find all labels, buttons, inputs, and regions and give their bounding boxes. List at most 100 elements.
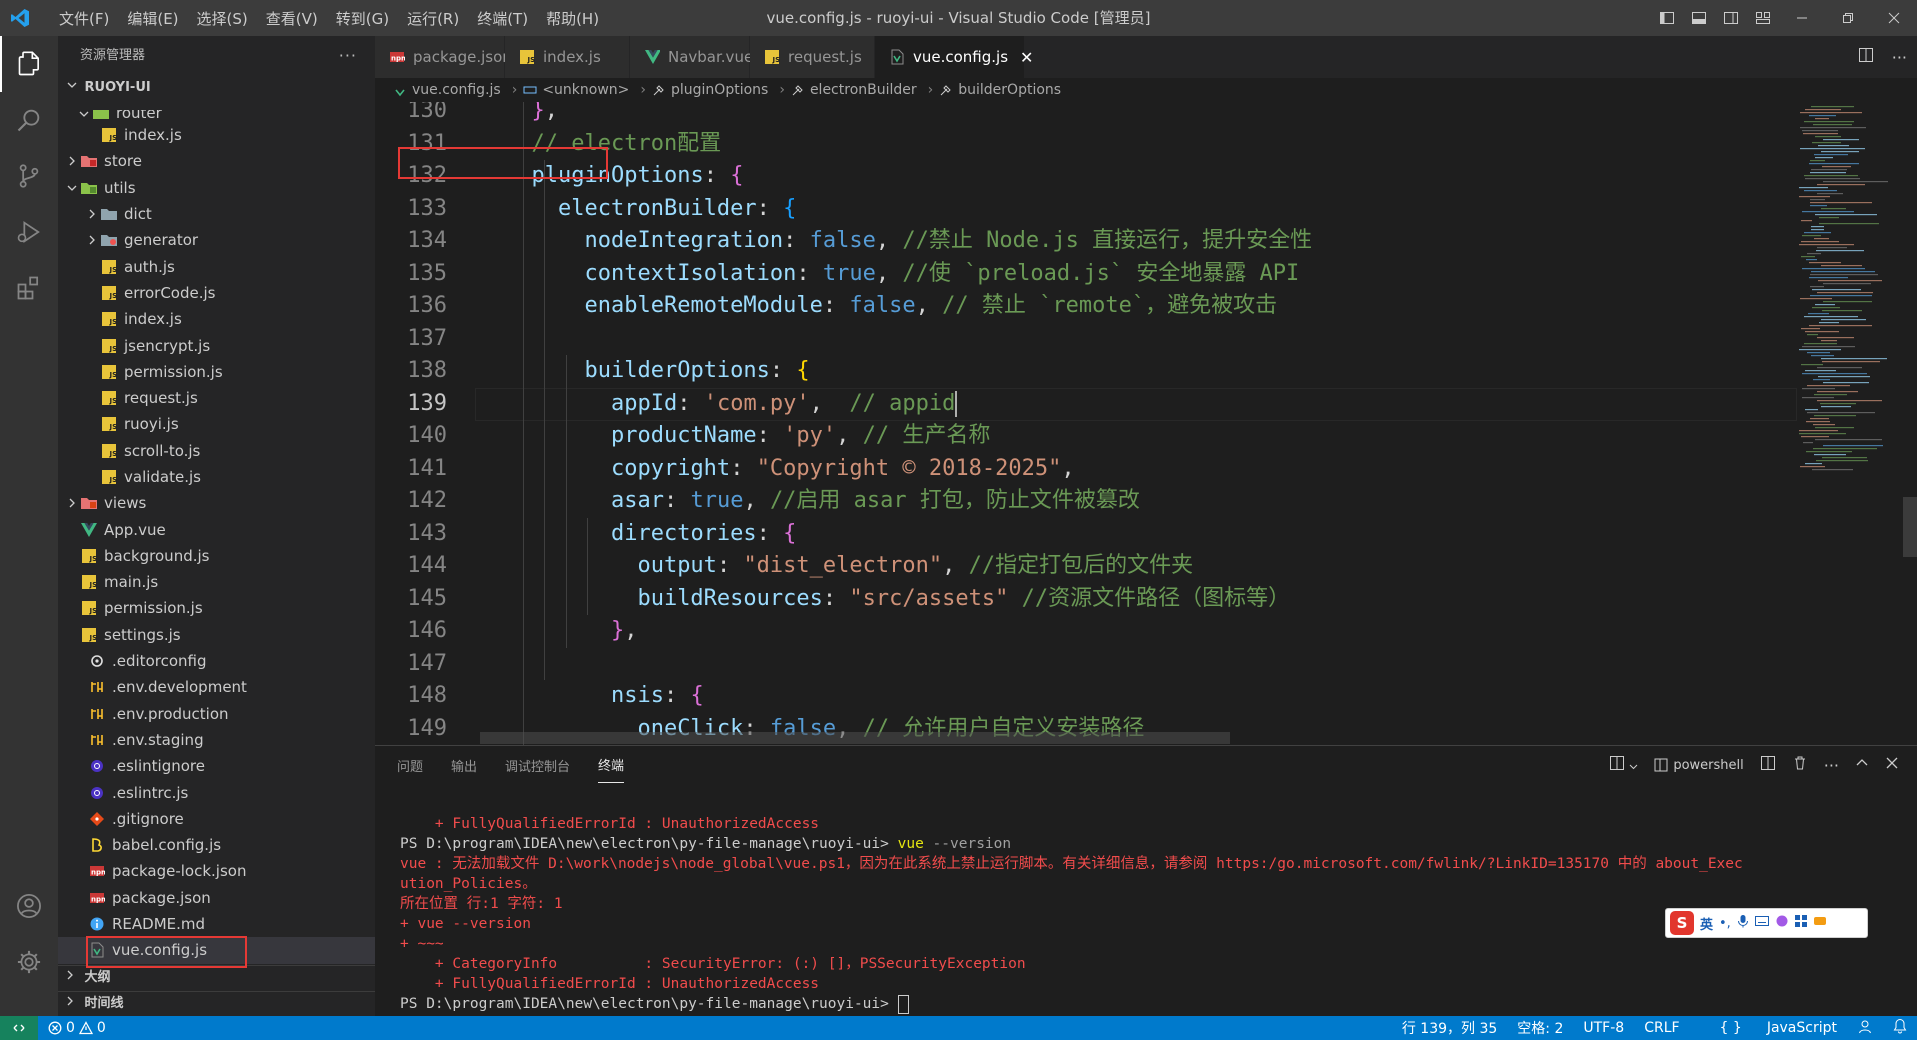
editor-tab[interactable]: Navbar.vue (630, 36, 753, 78)
tree-item[interactable]: utils (58, 175, 375, 201)
more-actions-icon[interactable]: ··· (1824, 756, 1839, 775)
breadcrumb-item[interactable]: vue.config.js (393, 82, 501, 98)
code-line[interactable]: 142 asar: true, //启用 asar 打包，防止文件被篡改 (375, 485, 1795, 518)
code-line[interactable]: 145 buildResources: "src/assets" //资源文件路… (375, 583, 1795, 616)
tree-item[interactable]: README.md (58, 911, 375, 937)
panel-tab[interactable]: 终端 (598, 747, 625, 783)
terminal-shell-tab[interactable]: powershell (1654, 758, 1744, 773)
keyboard-icon[interactable] (1754, 915, 1769, 931)
panel-tab[interactable]: 调试控制台 (505, 748, 570, 783)
horizontal-scrollbar[interactable] (480, 732, 1230, 744)
code-line[interactable]: 146 }, (375, 615, 1795, 648)
code-line[interactable]: 135 contextIsolation: true, //使 `preload… (375, 258, 1795, 291)
more-actions-icon[interactable]: ··· (1892, 48, 1907, 67)
workspace-root[interactable]: RUOYI-UI (58, 76, 375, 100)
microphone-icon[interactable] (1737, 914, 1749, 932)
tree-item[interactable]: dict (58, 201, 375, 227)
tree-item[interactable]: babel.config.js (58, 832, 375, 858)
ime-language-label[interactable]: 英 (1700, 914, 1713, 933)
breadcrumb-item[interactable]: pluginOptions (652, 82, 768, 98)
editor-tab[interactable]: JS request.js (750, 36, 875, 78)
code-line[interactable]: 138 builderOptions: { (375, 355, 1795, 388)
code-line[interactable]: 141 copyright: "Copyright © 2018-2025", (375, 453, 1795, 486)
skin-icon[interactable] (1775, 914, 1789, 932)
code-line[interactable]: 133 electronBuilder: { (375, 193, 1795, 226)
editor-tab[interactable]: JS index.js (505, 36, 630, 78)
ime-settings-icon[interactable] (1813, 914, 1827, 932)
new-terminal-split-icon[interactable] (1609, 755, 1638, 775)
breadcrumb-item[interactable]: <unknown> (523, 82, 629, 98)
tree-item[interactable]: JS index.js (58, 306, 375, 332)
tree-item[interactable]: npm package-lock.json (58, 858, 375, 884)
tree-item[interactable]: JS scroll-to.js (58, 438, 375, 464)
problems-summary[interactable]: 0 0 (48, 1016, 106, 1040)
search-icon[interactable] (0, 92, 58, 148)
panel-tab[interactable]: 问题 (397, 748, 423, 783)
code-line[interactable]: 148 nsis: { (375, 680, 1795, 713)
tree-item[interactable]: .eslintrc.js (58, 779, 375, 805)
end-of-line[interactable]: CRLF (1644, 1020, 1679, 1036)
language-mode[interactable]: { } JavaScript (1700, 1020, 1837, 1036)
menu-item[interactable]: 选择(S) (188, 8, 257, 29)
breadcrumb-item[interactable]: builderOptions (939, 82, 1061, 98)
close-window-icon[interactable] (1871, 0, 1917, 36)
tree-item[interactable]: .editorconfig (58, 648, 375, 674)
minimize-icon[interactable] (1779, 0, 1825, 36)
close-panel-icon[interactable] (1885, 756, 1899, 774)
menu-item[interactable]: 查看(V) (257, 8, 327, 29)
file-encoding[interactable]: UTF-8 (1583, 1020, 1624, 1036)
close-tab-icon[interactable]: ✕ (1020, 48, 1033, 67)
extensions-icon[interactable] (0, 260, 58, 316)
tree-item[interactable]: JS request.js (58, 385, 375, 411)
tree-item[interactable]: JS ruoyi.js (58, 411, 375, 437)
tree-item[interactable]: JS main.js (58, 569, 375, 595)
panel-tab[interactable]: 输出 (451, 748, 477, 783)
account-icon[interactable] (0, 878, 58, 934)
split-editor-icon[interactable] (1858, 47, 1874, 67)
tree-item[interactable]: JS permission.js (58, 595, 375, 621)
toggle-secondary-sidebar-icon[interactable] (1715, 0, 1747, 36)
tree-item[interactable]: store (58, 148, 375, 174)
code-line[interactable]: 130 }, (375, 102, 1795, 128)
cursor-position[interactable]: 行 139，列 35 (1402, 1018, 1497, 1038)
code-editor[interactable]: 130 }, 131 // electron配置 132 pluginOptions… (375, 102, 1917, 745)
remote-indicator-icon[interactable] (0, 1016, 38, 1040)
code-line[interactable]: 143 directories: { (375, 518, 1795, 551)
explorer-icon[interactable] (0, 36, 58, 92)
tree-item[interactable]: JS background.js (58, 543, 375, 569)
tree-item[interactable]: .env.staging (58, 727, 375, 753)
breadcrumb-item[interactable]: electronBuilder (791, 82, 917, 98)
kill-terminal-trash-icon[interactable] (1792, 755, 1808, 775)
toolbox-grid-icon[interactable] (1794, 915, 1807, 931)
run-debug-icon[interactable] (0, 204, 58, 260)
tree-item[interactable]: .gitignore (58, 806, 375, 832)
menu-item[interactable]: 终端(T) (468, 8, 537, 29)
tree-item[interactable]: JS errorCode.js (58, 280, 375, 306)
menu-item[interactable]: 编辑(E) (118, 8, 187, 29)
tree-item[interactable]: JS auth.js (58, 253, 375, 279)
timeline-section[interactable]: 时间线 (58, 991, 375, 1016)
source-control-icon[interactable] (0, 148, 58, 204)
menu-item[interactable]: 运行(R) (398, 8, 468, 29)
tree-item[interactable]: npm package.json (58, 885, 375, 911)
tree-item[interactable]: .eslintignore (58, 753, 375, 779)
code-line[interactable]: 144 output: "dist_electron", //指定打包后的文件夹 (375, 550, 1795, 583)
customize-layout-icon[interactable] (1747, 0, 1779, 36)
menu-item[interactable]: 帮助(H) (537, 8, 608, 29)
menu-item[interactable]: 文件(F) (50, 8, 118, 29)
vertical-scrollbar[interactable] (1903, 497, 1917, 557)
code-line[interactable]: 137 (375, 323, 1795, 356)
menu-item[interactable]: 转到(G) (327, 8, 398, 29)
tree-item[interactable]: router (58, 110, 375, 122)
tree-item[interactable]: JS validate.js (58, 464, 375, 490)
toggle-sidebar-icon[interactable] (1651, 0, 1683, 36)
notifications-bell-icon[interactable] (1893, 1018, 1907, 1038)
tree-item[interactable]: generator (58, 227, 375, 253)
code-line[interactable]: 140 productName: 'py', // 生产名称 (375, 420, 1795, 453)
tree-item[interactable]: .env.production (58, 701, 375, 727)
minimap[interactable] (1795, 102, 1907, 745)
feedback-icon[interactable] (1857, 1018, 1873, 1038)
tree-item[interactable]: views (58, 490, 375, 516)
code-line[interactable]: 134 nodeIntegration: false, //禁止 Node.js… (375, 225, 1795, 258)
tree-item[interactable]: JS permission.js (58, 359, 375, 385)
